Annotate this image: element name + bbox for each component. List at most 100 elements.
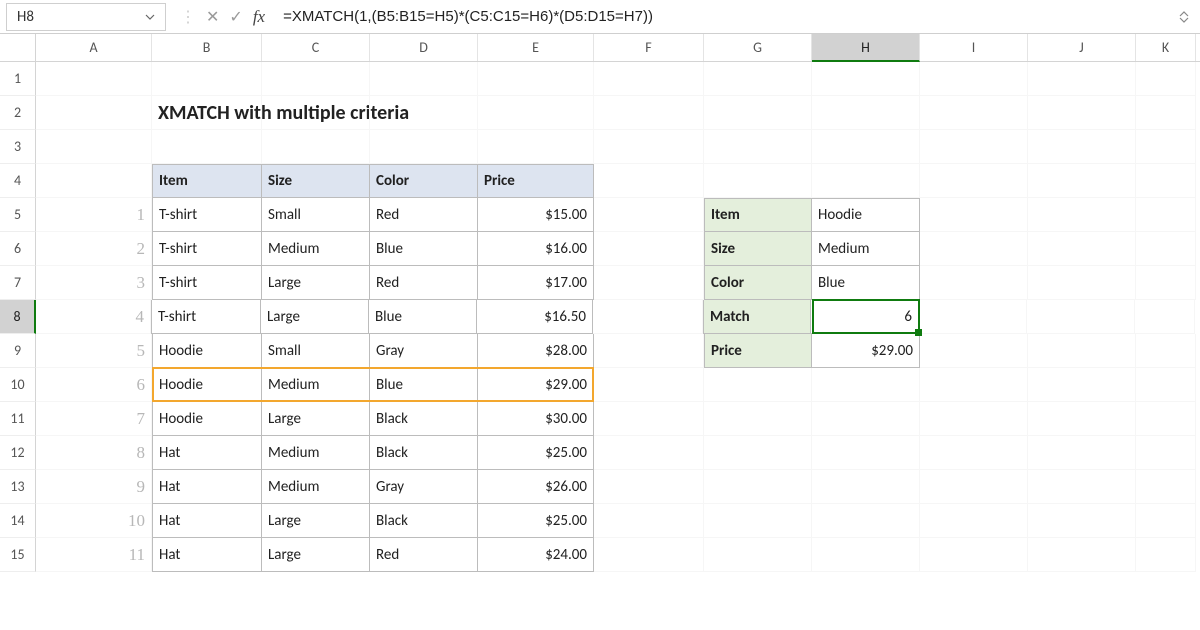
name-box[interactable]: H8: [6, 3, 166, 31]
cell[interactable]: [1028, 436, 1136, 470]
cell[interactable]: [1028, 130, 1136, 164]
row-header-13[interactable]: 13: [0, 470, 36, 504]
cell[interactable]: [920, 164, 1028, 198]
row-header-6[interactable]: 6: [0, 232, 36, 266]
formula-input[interactable]: [273, 3, 1178, 31]
col-header-i[interactable]: I: [920, 34, 1028, 61]
cell[interactable]: [1027, 300, 1135, 334]
col-header-k[interactable]: K: [1136, 34, 1196, 61]
cell[interactable]: [594, 470, 704, 504]
cancel-icon[interactable]: ✕: [206, 7, 219, 27]
cell[interactable]: [478, 62, 594, 96]
lookup-value-size[interactable]: Medium: [812, 232, 920, 266]
cell[interactable]: [920, 96, 1028, 130]
lookup-label-size[interactable]: Size: [704, 232, 812, 266]
table-cell[interactable]: Gray: [370, 334, 478, 368]
cell[interactable]: [1028, 96, 1136, 130]
cell[interactable]: [1028, 470, 1136, 504]
table-cell[interactable]: Blue: [370, 232, 478, 266]
cell[interactable]: [812, 368, 920, 402]
col-header-d[interactable]: D: [370, 34, 478, 61]
cell[interactable]: [478, 96, 594, 130]
cell[interactable]: [36, 164, 152, 198]
col-header-b[interactable]: B: [152, 34, 262, 61]
cell[interactable]: [594, 538, 704, 572]
cell[interactable]: [36, 62, 152, 96]
cell[interactable]: [920, 334, 1028, 368]
table-cell[interactable]: Small: [262, 334, 370, 368]
table-cell[interactable]: Large: [262, 538, 370, 572]
cell[interactable]: [920, 130, 1028, 164]
cell[interactable]: [594, 232, 704, 266]
cell[interactable]: [1135, 300, 1195, 334]
cell[interactable]: [1136, 164, 1196, 198]
table-cell[interactable]: Blue: [369, 300, 477, 334]
table-cell[interactable]: Hoodie: [152, 368, 262, 402]
col-header-c[interactable]: C: [262, 34, 370, 61]
lookup-label-match[interactable]: Match: [703, 300, 811, 334]
cell[interactable]: [704, 164, 812, 198]
table-cell[interactable]: Black: [370, 436, 478, 470]
table-header-item[interactable]: Item: [152, 164, 262, 198]
cell[interactable]: [812, 62, 920, 96]
table-cell[interactable]: $25.00: [478, 504, 594, 538]
cell[interactable]: [812, 504, 920, 538]
row-header-4[interactable]: 4: [0, 164, 36, 198]
cell[interactable]: [1028, 504, 1136, 538]
table-cell[interactable]: $28.00: [478, 334, 594, 368]
fx-icon[interactable]: fx: [253, 7, 265, 27]
table-cell[interactable]: Large: [261, 300, 369, 334]
cell[interactable]: [812, 538, 920, 572]
cell[interactable]: [594, 62, 704, 96]
lookup-label-price[interactable]: Price: [704, 334, 812, 368]
cell[interactable]: [920, 266, 1028, 300]
col-header-j[interactable]: J: [1028, 34, 1136, 61]
table-cell[interactable]: Red: [370, 538, 478, 572]
cell[interactable]: [1028, 334, 1136, 368]
cell[interactable]: [370, 130, 478, 164]
cell[interactable]: [1136, 232, 1196, 266]
cell[interactable]: [1028, 402, 1136, 436]
table-cell[interactable]: Hat: [152, 504, 262, 538]
cell[interactable]: [36, 130, 152, 164]
cell[interactable]: [920, 368, 1028, 402]
table-cell[interactable]: T-shirt: [152, 198, 262, 232]
row-header-9[interactable]: 9: [0, 334, 36, 368]
cell[interactable]: [594, 130, 704, 164]
cell[interactable]: [1028, 198, 1136, 232]
cell[interactable]: [152, 62, 262, 96]
cell[interactable]: [478, 130, 594, 164]
cell[interactable]: [152, 130, 262, 164]
row-header-5[interactable]: 5: [0, 198, 36, 232]
cell[interactable]: [812, 436, 920, 470]
cell[interactable]: [1136, 130, 1196, 164]
table-cell[interactable]: Large: [262, 266, 370, 300]
cell[interactable]: [920, 436, 1028, 470]
cell[interactable]: [920, 538, 1028, 572]
lookup-value-price[interactable]: $29.00: [812, 334, 920, 368]
cell[interactable]: [1136, 334, 1196, 368]
cell[interactable]: [704, 368, 812, 402]
cell[interactable]: [594, 334, 704, 368]
col-header-e[interactable]: E: [478, 34, 594, 61]
select-all-corner[interactable]: [0, 34, 36, 61]
cell[interactable]: [370, 96, 478, 130]
cell[interactable]: [1028, 232, 1136, 266]
cell[interactable]: [594, 436, 704, 470]
cell[interactable]: [1136, 96, 1196, 130]
row-header-8[interactable]: 8: [0, 300, 36, 334]
enter-icon[interactable]: ✓: [229, 7, 242, 27]
cell[interactable]: [920, 470, 1028, 504]
cell[interactable]: [812, 96, 920, 130]
expand-formula-bar-icon[interactable]: [1178, 11, 1200, 23]
cell[interactable]: [704, 436, 812, 470]
cell[interactable]: [1136, 504, 1196, 538]
cell[interactable]: [1136, 402, 1196, 436]
cell[interactable]: [594, 402, 704, 436]
cell[interactable]: [1136, 368, 1196, 402]
table-cell[interactable]: Red: [370, 266, 478, 300]
cell[interactable]: [704, 402, 812, 436]
cell[interactable]: [594, 164, 704, 198]
table-cell[interactable]: T-shirt: [152, 232, 262, 266]
table-cell[interactable]: $16.50: [477, 300, 593, 334]
